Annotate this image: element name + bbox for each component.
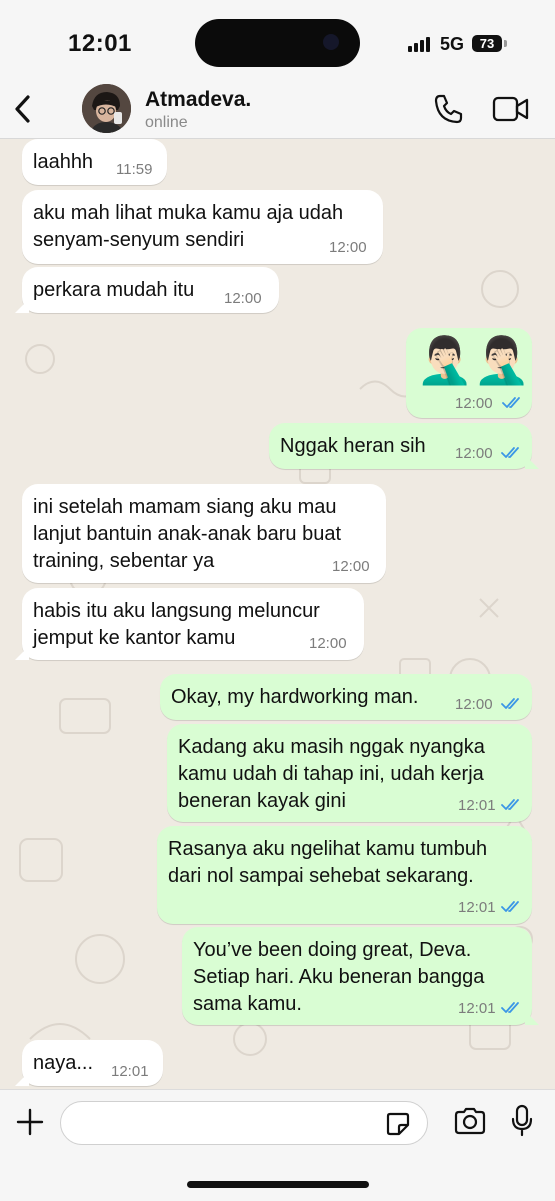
status-bar: 12:01 5G 73 (0, 0, 555, 80)
message-bubble-outgoing[interactable]: Kadang aku masih nggak nyangka kamu udah… (167, 724, 532, 822)
read-receipt-icon (501, 447, 519, 458)
read-receipt-icon (501, 698, 519, 709)
contact-name[interactable]: Atmadeva. (145, 88, 251, 112)
home-indicator (187, 1181, 369, 1188)
video-call-icon[interactable] (492, 94, 529, 124)
message-time: 12:00 (224, 290, 262, 307)
message-time: 12:01 (458, 1000, 496, 1017)
read-receipt-icon (501, 799, 519, 810)
message-text: habis itu aku langsung meluncur jemput k… (33, 600, 320, 649)
battery-tip (504, 40, 507, 47)
back-arrow-icon[interactable] (10, 92, 36, 126)
message-emoji: 🤦🏻‍♂️🤦🏻‍♂️ (416, 334, 531, 386)
message-time: 12:00 (329, 239, 367, 256)
message-bubble-incoming[interactable]: ini setelah mamam siang aku mau lanjut b… (22, 484, 386, 583)
message-bubble-incoming[interactable]: habis itu aku langsung meluncur jemput k… (15, 588, 364, 660)
message-text: Rasanya aku ngelihat kamu tumbuh dari no… (168, 838, 488, 887)
clock: 12:01 (68, 30, 132, 57)
message-bubble-outgoing[interactable]: 🤦🏻‍♂️🤦🏻‍♂️ 12:00 (406, 328, 532, 418)
avatar-photo (82, 84, 131, 133)
message-text: aku mah lihat muka kamu aja udah senyam-… (33, 202, 344, 251)
camera-icon[interactable] (453, 1107, 487, 1135)
message-time: 12:00 (309, 635, 347, 652)
read-receipt-icon (501, 901, 519, 912)
message-bubble-outgoing[interactable]: Rasanya aku ngelihat kamu tumbuh dari no… (157, 826, 532, 924)
read-receipt-icon (502, 397, 520, 408)
message-bubble-incoming[interactable]: perkara mudah itu 12:00 (15, 267, 279, 313)
message-bubble-incoming[interactable]: naya... 12:01 (15, 1040, 163, 1086)
message-bubble-incoming[interactable]: laahhh 11:59 (22, 139, 167, 185)
voice-call-icon[interactable] (432, 93, 464, 125)
message-time: 12:00 (332, 558, 370, 575)
read-receipt-icon (501, 1002, 519, 1013)
message-text: Kadang aku masih nggak nyangka kamu udah… (178, 736, 485, 812)
plus-icon[interactable] (16, 1108, 44, 1136)
message-bubble-incoming[interactable]: aku mah lihat muka kamu aja udah senyam-… (22, 190, 383, 264)
contact-status: online (145, 114, 188, 131)
message-text: Nggak heran sih (280, 435, 426, 457)
message-time: 12:00 (455, 395, 493, 412)
message-bubble-outgoing[interactable]: Okay, my hardworking man. 12:00 (160, 674, 532, 720)
message-text: laahhh (33, 151, 94, 173)
message-time: 12:00 (455, 445, 493, 462)
message-time: 12:01 (111, 1063, 149, 1080)
message-bubble-outgoing[interactable]: You’ve been doing great, Deva. Setiap ha… (182, 927, 539, 1025)
message-text: Okay, my hardworking man. (171, 686, 419, 708)
dynamic-island (195, 19, 360, 67)
message-text: You’ve been doing great, Deva. Setiap ha… (193, 939, 485, 1015)
message-text: naya... (33, 1052, 94, 1074)
message-time: 11:59 (116, 161, 153, 178)
microphone-icon[interactable] (510, 1104, 534, 1138)
message-bubble-outgoing[interactable]: Nggak heran sih 12:00 (269, 423, 539, 469)
battery-icon: 73 (472, 35, 502, 52)
message-text: perkara mudah itu (33, 279, 195, 301)
message-time: 12:01 (458, 797, 496, 814)
network-type: 5G (440, 34, 465, 54)
avatar[interactable] (82, 84, 131, 133)
sticker-icon[interactable] (385, 1111, 411, 1137)
signal-icon (408, 36, 434, 52)
chat-header: Atmadeva. online (0, 80, 555, 139)
message-input[interactable] (60, 1101, 428, 1145)
message-time: 12:00 (455, 696, 493, 713)
message-text: ini setelah mamam siang aku mau lanjut b… (33, 496, 342, 572)
message-time: 12:01 (458, 899, 496, 916)
